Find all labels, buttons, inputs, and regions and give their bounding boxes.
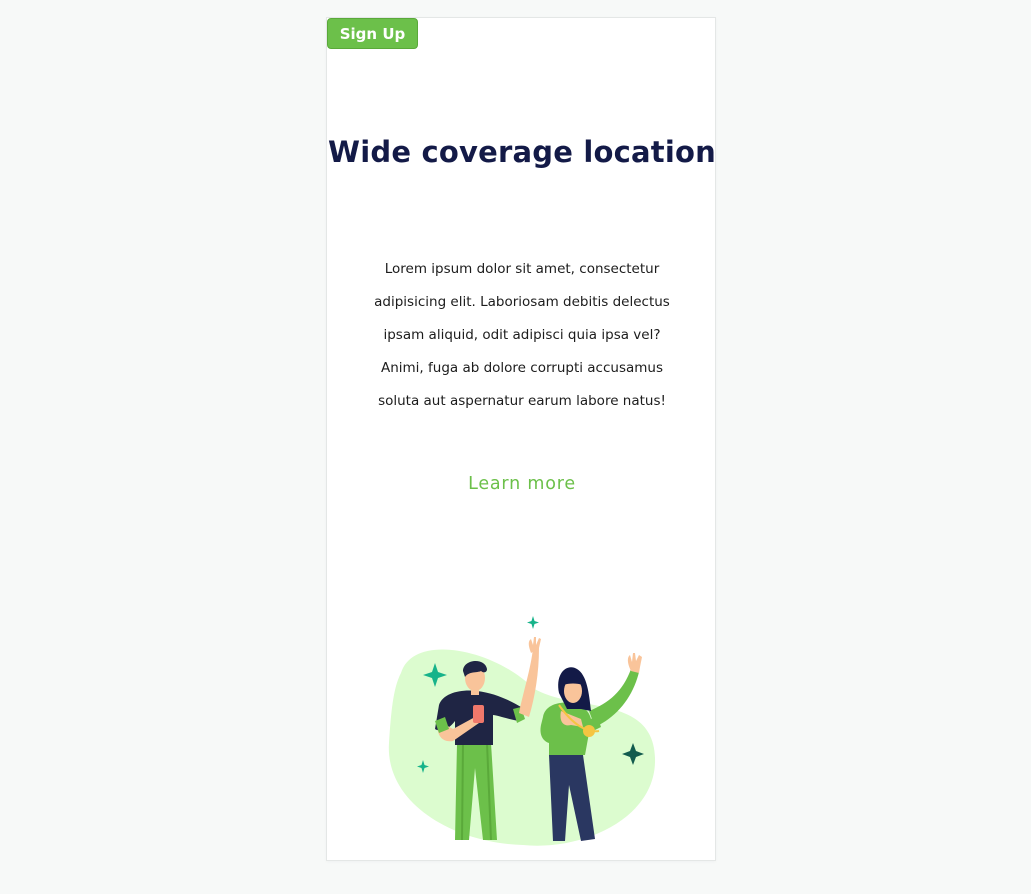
feature-card: Sign Up Wide coverage location Lorem ips…: [326, 17, 716, 861]
description-text: Lorem ipsum dolor sit amet, consectetur …: [374, 261, 670, 409]
page-title: Wide coverage location: [328, 135, 716, 169]
sparkle-icon: [527, 616, 539, 629]
signup-button[interactable]: Sign Up: [327, 18, 418, 49]
learn-more-link[interactable]: Learn more: [327, 474, 717, 494]
people-waving-illustration: [388, 616, 656, 846]
background-blob: [388, 649, 656, 846]
